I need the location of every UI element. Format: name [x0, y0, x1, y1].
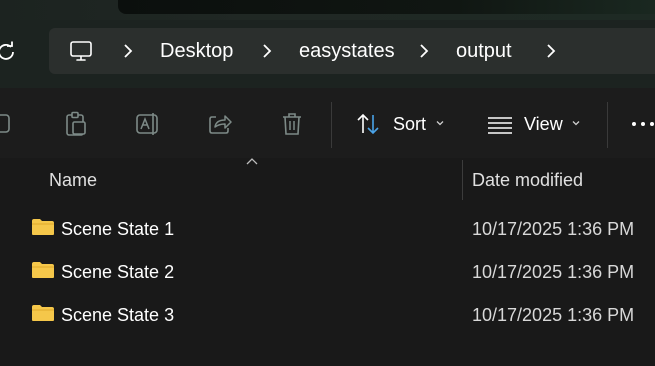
file-date-modified: 10/17/2025 1:36 PM	[472, 305, 635, 325]
chevron-right-icon[interactable]	[545, 41, 557, 61]
file-name: Scene State 2	[61, 262, 175, 282]
column-resize-handle[interactable]	[462, 160, 463, 200]
share-icon[interactable]	[206, 109, 234, 139]
chevron-right-icon	[124, 44, 133, 58]
sort-button-label[interactable]: Sort	[393, 112, 426, 136]
breadcrumb-item-desktop[interactable]: Desktop	[160, 39, 233, 63]
monitor-icon[interactable]	[68, 38, 94, 64]
breadcrumb-item-easystates[interactable]: easystates	[299, 39, 395, 63]
file-row-scene-state-3[interactable]: Scene State 3 10/17/2025 1:36 PM	[0, 294, 655, 334]
file-row-scene-state-2[interactable]: Scene State 2 10/17/2025 1:36 PM	[0, 251, 655, 291]
title-bar	[0, 0, 655, 20]
chevron-down-icon[interactable]	[571, 118, 581, 128]
view-icon[interactable]	[486, 109, 514, 139]
refresh-icon[interactable]	[0, 38, 18, 66]
more-icon[interactable]	[632, 122, 654, 126]
view-button-label[interactable]: View	[524, 112, 563, 136]
column-header-date-modified[interactable]: Date modified	[472, 169, 583, 191]
paste-icon[interactable]	[62, 109, 90, 139]
chevron-down-icon[interactable]	[435, 118, 445, 128]
window-tab-area	[118, 0, 655, 14]
copy-icon[interactable]	[0, 109, 18, 139]
file-date-modified: 10/17/2025 1:36 PM	[472, 219, 635, 239]
delete-icon[interactable]	[278, 109, 306, 139]
folder-icon	[32, 262, 54, 278]
file-date-modified: 10/17/2025 1:36 PM	[472, 262, 635, 282]
sort-icon[interactable]	[355, 109, 383, 139]
file-name: Scene State 1	[61, 219, 175, 239]
breadcrumb-item-output[interactable]: output	[456, 39, 512, 63]
sort-ascending-caret-icon	[246, 158, 258, 165]
chevron-right-icon	[263, 44, 272, 58]
file-row-scene-state-1[interactable]: Scene State 1 10/17/2025 1:36 PM	[0, 208, 655, 248]
column-header-name[interactable]: Name	[49, 169, 97, 191]
toolbar-divider	[331, 102, 332, 148]
folder-icon	[32, 305, 54, 321]
toolbar-divider	[607, 102, 608, 148]
rename-icon[interactable]	[134, 109, 162, 139]
file-name: Scene State 3	[61, 305, 175, 325]
folder-icon	[32, 219, 54, 235]
chevron-right-icon	[420, 44, 429, 58]
